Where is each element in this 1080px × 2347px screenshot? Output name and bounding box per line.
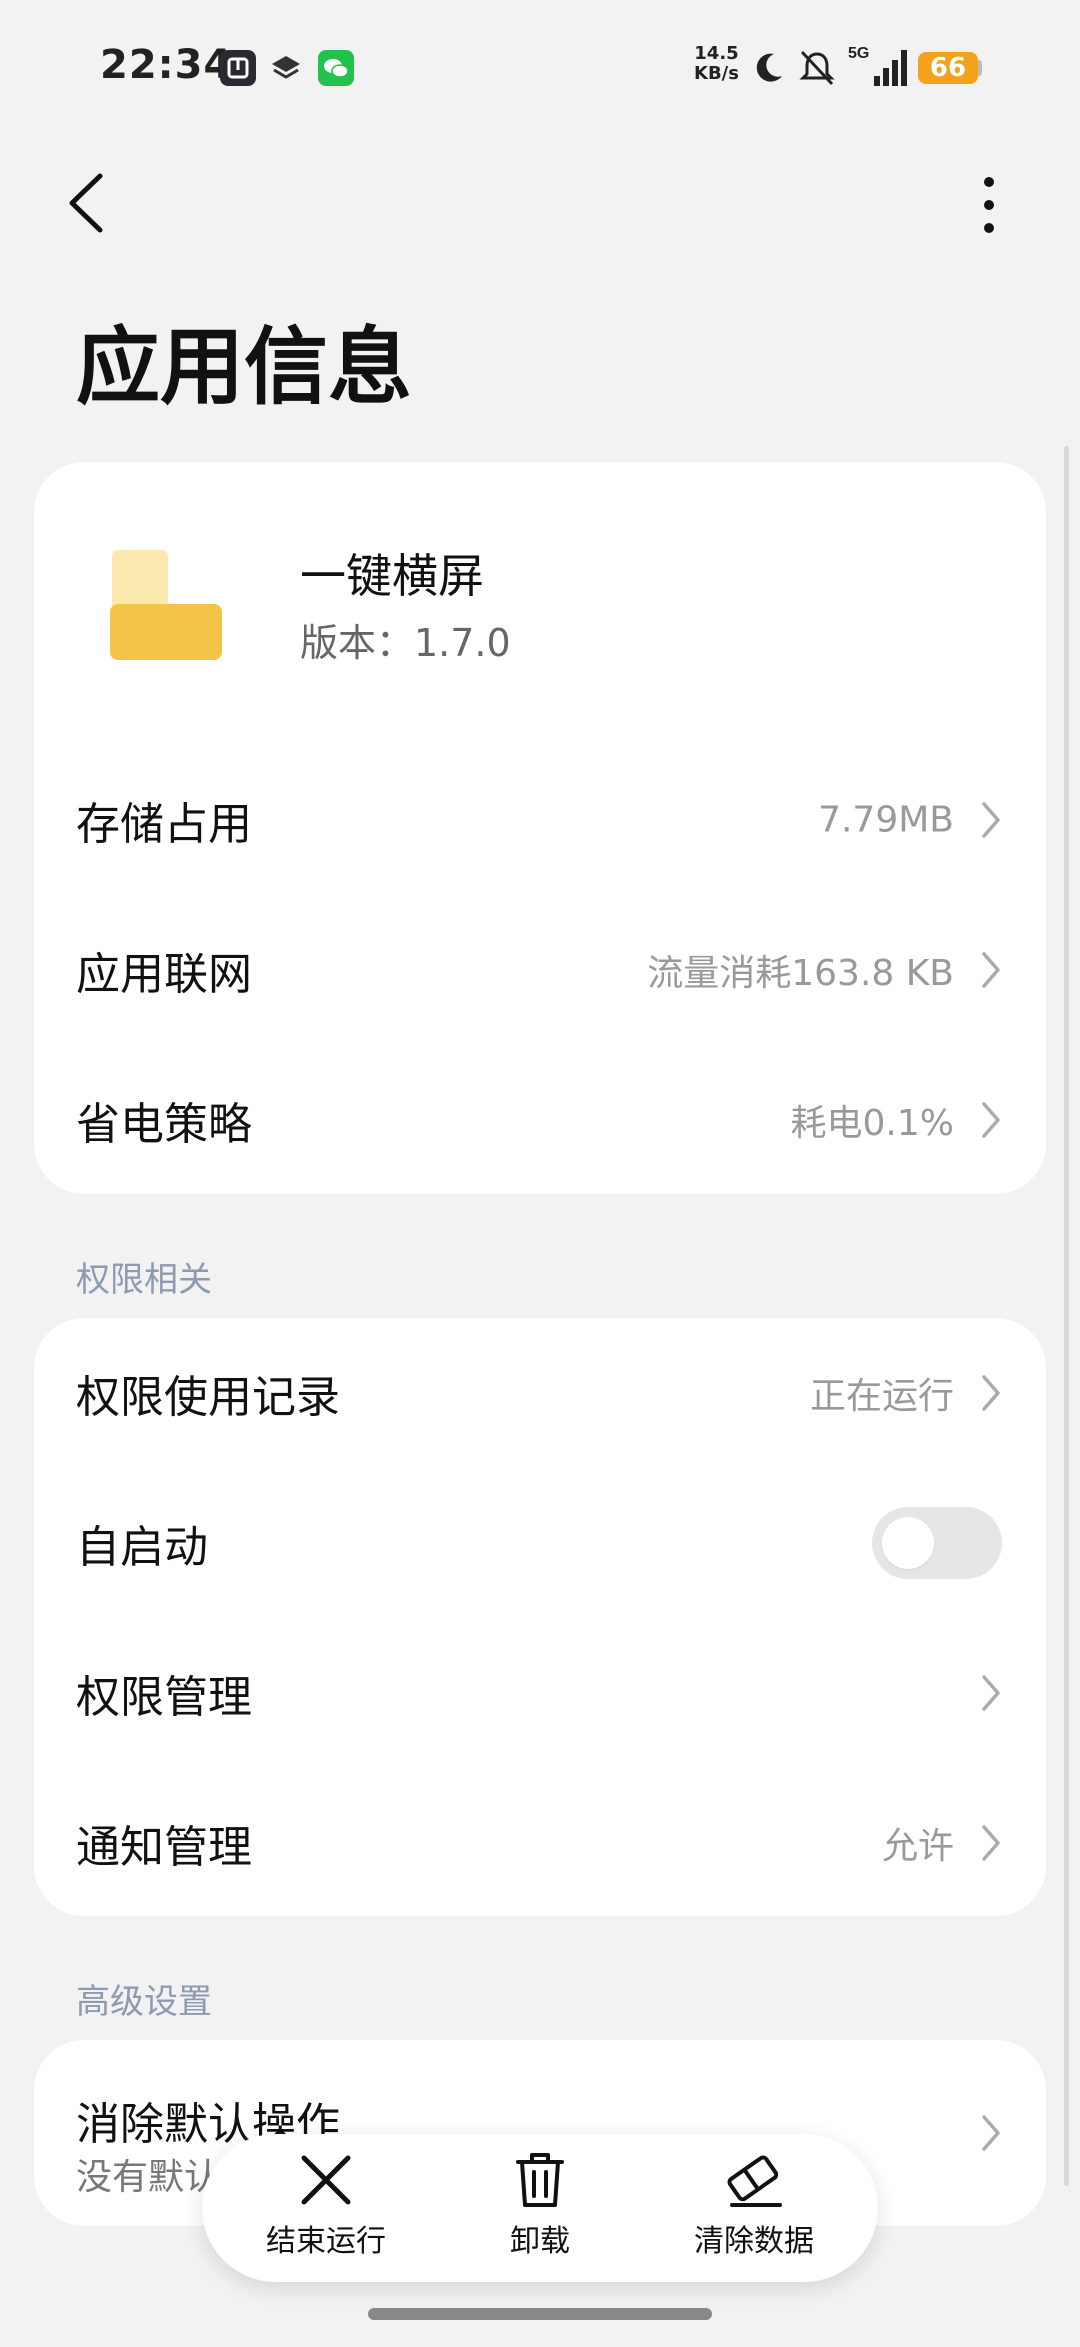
trash-icon bbox=[516, 2153, 564, 2207]
moon-icon bbox=[750, 50, 786, 90]
more-options-button[interactable] bbox=[964, 170, 1014, 240]
chevron-right-icon bbox=[982, 1102, 1000, 1138]
home-indicator[interactable] bbox=[368, 2308, 712, 2320]
chevron-right-icon bbox=[982, 1675, 1000, 1711]
status-bar: 22:34 14.5 KB/s 5G 66 bbox=[0, 0, 1080, 140]
autostart-row: 自启动 bbox=[34, 1468, 1046, 1618]
back-button[interactable] bbox=[60, 168, 120, 238]
battery-level: 66 bbox=[918, 52, 978, 84]
permission-management-label: 权限管理 bbox=[76, 1672, 252, 1723]
battery-policy-label: 省电策略 bbox=[76, 1099, 252, 1150]
chevron-right-icon bbox=[982, 1375, 1000, 1411]
bottom-action-bar: 结束运行 卸载 清除数据 bbox=[202, 2134, 878, 2282]
notification-management-label: 通知管理 bbox=[76, 1822, 252, 1873]
chevron-right-icon bbox=[982, 802, 1000, 838]
more-vertical-icon bbox=[984, 177, 994, 233]
uninstall-label: 卸载 bbox=[510, 2224, 570, 2259]
app-notification-icon bbox=[220, 50, 256, 86]
network-usage-row[interactable]: 应用联网 流量消耗163.8 KB bbox=[34, 895, 1046, 1045]
chevron-right-icon bbox=[982, 952, 1000, 988]
wechat-icon bbox=[318, 50, 354, 86]
autostart-label: 自启动 bbox=[76, 1522, 208, 1573]
app-icon bbox=[78, 540, 228, 690]
permission-usage-row[interactable]: 权限使用记录 正在运行 bbox=[34, 1318, 1046, 1468]
status-time: 22:34 bbox=[100, 42, 233, 88]
page-title: 应用信息 bbox=[76, 318, 413, 416]
clear-data-button[interactable]: 清除数据 bbox=[654, 2150, 854, 2260]
network-usage-value: 流量消耗163.8 KB bbox=[647, 953, 954, 994]
uninstall-button[interactable]: 卸载 bbox=[440, 2150, 640, 2260]
battery-policy-row[interactable]: 省电策略 耗电0.1% bbox=[34, 1045, 1046, 1195]
force-stop-button[interactable]: 结束运行 bbox=[226, 2150, 426, 2260]
permission-management-row[interactable]: 权限管理 bbox=[34, 1618, 1046, 1768]
layers-icon bbox=[268, 50, 304, 86]
app-version: 版本：1.7.0 bbox=[300, 621, 511, 665]
chevron-right-icon bbox=[982, 1825, 1000, 1861]
mute-bell-icon bbox=[796, 48, 838, 92]
toggle-knob bbox=[882, 1517, 934, 1569]
network-speed: 14.5 KB/s bbox=[694, 44, 739, 84]
eraser-icon bbox=[727, 2155, 782, 2207]
scrollbar[interactable] bbox=[1064, 446, 1069, 2186]
signal-icon: 5G bbox=[848, 42, 910, 92]
permission-usage-label: 权限使用记录 bbox=[76, 1372, 340, 1423]
force-stop-label: 结束运行 bbox=[266, 2224, 386, 2259]
storage-value: 7.79MB bbox=[818, 799, 954, 841]
close-icon bbox=[301, 2155, 351, 2205]
permissions-section-title: 权限相关 bbox=[76, 1260, 212, 1300]
storage-label: 存储占用 bbox=[76, 799, 252, 850]
clear-defaults-sublabel: 没有默认 bbox=[76, 2157, 221, 2198]
back-arrow-icon bbox=[69, 173, 103, 233]
svg-text:5G: 5G bbox=[848, 45, 869, 62]
storage-row[interactable]: 存储占用 7.79MB bbox=[34, 745, 1046, 895]
advanced-section-title: 高级设置 bbox=[76, 1982, 212, 2022]
autostart-toggle[interactable] bbox=[872, 1507, 1002, 1579]
clear-data-label: 清除数据 bbox=[694, 2224, 814, 2259]
network-usage-label: 应用联网 bbox=[76, 949, 252, 1000]
notification-management-value: 允许 bbox=[881, 1826, 954, 1867]
chevron-right-icon bbox=[982, 2115, 1000, 2151]
notification-management-row[interactable]: 通知管理 允许 bbox=[34, 1768, 1046, 1918]
app-info-screen: 22:34 14.5 KB/s 5G 66 应用信息 一键横屏 版本：1.7.0… bbox=[0, 0, 1080, 2347]
app-name: 一键横屏 bbox=[300, 549, 484, 603]
battery-tip bbox=[978, 60, 982, 76]
battery-policy-value: 耗电0.1% bbox=[790, 1103, 954, 1144]
permission-usage-value: 正在运行 bbox=[809, 1376, 954, 1417]
network-speed-value: 14.5 bbox=[694, 43, 739, 64]
network-speed-unit: KB/s bbox=[694, 63, 739, 84]
